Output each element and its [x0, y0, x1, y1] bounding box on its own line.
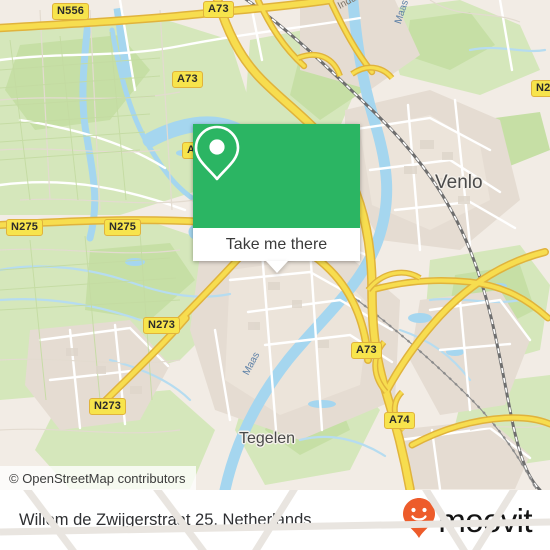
road-shield: A73: [172, 71, 203, 88]
road-shield: N273: [89, 398, 127, 415]
take-me-there-label: Take me there: [225, 235, 328, 253]
road-shield: N275: [6, 219, 44, 236]
road-shield: N275: [104, 219, 142, 236]
popup-header[interactable]: [193, 124, 360, 228]
moovit-wordmark: moovit: [438, 501, 532, 539]
moovit-logo[interactable]: moovit: [402, 497, 533, 544]
road-shield: A73: [203, 1, 234, 18]
map-screenshot: N556 A73 A73 N27 A73 N275 N275 N273 A73 …: [0, 0, 550, 550]
place-label-tegelen: Tegelen: [239, 430, 296, 447]
road-shield: N27: [531, 80, 550, 97]
attribution-text: © OpenStreetMap contributors: [9, 470, 186, 486]
place-label-venlo: Venlo: [435, 172, 483, 193]
road-shield: A73: [351, 342, 382, 359]
address-title: Willem de Zwijgerstraat 25, Netherlands: [19, 510, 312, 529]
road-shield: N273: [143, 317, 181, 334]
map-attribution[interactable]: © OpenStreetMap contributors: [0, 466, 196, 490]
moovit-smiley-pin-icon: [402, 497, 436, 544]
road-shield: A74: [384, 412, 415, 429]
location-popup[interactable]: Take me there: [193, 124, 360, 273]
road-shield: N556: [52, 3, 90, 20]
map-canvas[interactable]: N556 A73 A73 N27 A73 N275 N275 N273 A73 …: [0, 0, 550, 490]
take-me-there-button[interactable]: Take me there: [193, 228, 360, 261]
popup-pointer: [265, 261, 288, 273]
footer-bar: Willem de Zwijgerstraat 25, Netherlands …: [0, 490, 550, 550]
